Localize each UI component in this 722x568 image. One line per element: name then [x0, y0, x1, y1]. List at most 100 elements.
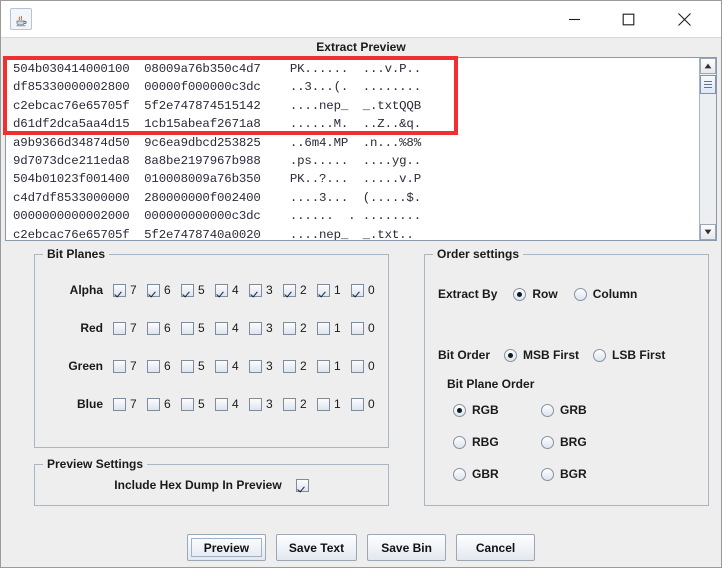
checkbox-green-bit-4[interactable] — [215, 359, 228, 373]
radio-button[interactable] — [453, 403, 466, 417]
checkbox-blue-bit-0[interactable] — [351, 397, 364, 411]
checkbox-blue-bit-7[interactable] — [113, 397, 126, 411]
bit-plane-cell-red-6[interactable]: 6 — [147, 321, 181, 335]
include-hex-dump-row[interactable]: Include Hex Dump In Preview — [35, 478, 388, 492]
radio-button[interactable] — [513, 287, 527, 301]
scrollbar-track[interactable] — [700, 75, 716, 223]
checkbox-blue-bit-2[interactable] — [283, 397, 296, 411]
bit-plane-cell-alpha-3[interactable]: 3 — [249, 283, 283, 297]
checkbox-green-bit-1[interactable] — [317, 359, 330, 373]
bit-plane-cell-red-0[interactable]: 0 — [351, 321, 385, 335]
radio-button[interactable] — [541, 467, 554, 481]
checkbox-alpha-bit-7[interactable] — [113, 283, 126, 297]
checkbox-green-bit-3[interactable] — [249, 359, 262, 373]
checkbox-red-bit-2[interactable] — [283, 321, 296, 335]
bit-plane-cell-alpha-5[interactable]: 5 — [181, 283, 215, 297]
bit-plane-cell-green-4[interactable]: 4 — [215, 359, 249, 373]
radio-button[interactable] — [573, 287, 587, 301]
scroll-down-icon[interactable] — [700, 224, 716, 240]
bit-plane-cell-blue-1[interactable]: 1 — [317, 397, 351, 411]
radio-button[interactable] — [541, 403, 554, 417]
bit-plane-cell-alpha-6[interactable]: 6 — [147, 283, 181, 297]
bit-plane-cell-red-3[interactable]: 3 — [249, 321, 283, 335]
bit-plane-order-option-brg[interactable]: BRG — [541, 435, 629, 449]
maximize-button[interactable] — [605, 1, 651, 38]
bit-plane-cell-red-1[interactable]: 1 — [317, 321, 351, 335]
bit-plane-cell-green-7[interactable]: 7 — [113, 359, 147, 373]
checkbox-red-bit-1[interactable] — [317, 321, 330, 335]
bit-plane-order-option-bgr[interactable]: BGR — [541, 467, 629, 481]
radio-button[interactable] — [541, 435, 554, 449]
radio-button[interactable] — [504, 348, 518, 362]
checkbox-green-bit-5[interactable] — [181, 359, 194, 373]
checkbox-alpha-bit-5[interactable] — [181, 283, 194, 297]
bit-plane-cell-green-1[interactable]: 1 — [317, 359, 351, 373]
checkbox-red-bit-5[interactable] — [181, 321, 194, 335]
bit-plane-order-option-gbr[interactable]: GBR — [453, 467, 541, 481]
bit-plane-cell-alpha-1[interactable]: 1 — [317, 283, 351, 297]
bit-plane-cell-blue-2[interactable]: 2 — [283, 397, 317, 411]
scroll-up-icon[interactable] — [700, 58, 716, 74]
checkbox-alpha-bit-4[interactable] — [215, 283, 228, 297]
bit-plane-cell-green-2[interactable]: 2 — [283, 359, 317, 373]
bit-plane-cell-blue-0[interactable]: 0 — [351, 397, 385, 411]
checkbox-alpha-bit-3[interactable] — [249, 283, 262, 297]
bit-plane-cell-alpha-2[interactable]: 2 — [283, 283, 317, 297]
bit-plane-cell-blue-7[interactable]: 7 — [113, 397, 147, 411]
bit-plane-cell-red-7[interactable]: 7 — [113, 321, 147, 335]
checkbox-green-bit-2[interactable] — [283, 359, 296, 373]
bit-plane-cell-green-5[interactable]: 5 — [181, 359, 215, 373]
include-hex-dump-checkbox[interactable] — [295, 478, 309, 492]
preview-button[interactable]: Preview — [186, 534, 266, 561]
bit-plane-cell-red-5[interactable]: 5 — [181, 321, 215, 335]
bit-plane-cell-alpha-7[interactable]: 7 — [113, 283, 147, 297]
bit-plane-cell-blue-5[interactable]: 5 — [181, 397, 215, 411]
extract-by-option-column[interactable]: Column — [573, 287, 637, 301]
checkbox-blue-bit-3[interactable] — [249, 397, 262, 411]
minimize-button[interactable] — [551, 1, 597, 38]
bit-plane-cell-blue-6[interactable]: 6 — [147, 397, 181, 411]
extract-by-option-row[interactable]: Row — [513, 287, 558, 301]
bit-plane-cell-green-3[interactable]: 3 — [249, 359, 283, 373]
checkbox-blue-bit-6[interactable] — [147, 397, 160, 411]
cancel-button[interactable]: Cancel — [456, 534, 536, 561]
save-bin-button[interactable]: Save Bin — [367, 534, 447, 561]
scrollbar-thumb[interactable] — [700, 75, 716, 94]
bit-plane-cell-blue-4[interactable]: 4 — [215, 397, 249, 411]
bit-plane-cell-green-6[interactable]: 6 — [147, 359, 181, 373]
checkbox-red-bit-3[interactable] — [249, 321, 262, 335]
radio-button[interactable] — [453, 435, 466, 449]
bit-plane-order-option-grb[interactable]: GRB — [541, 403, 629, 417]
bit-plane-cell-alpha-4[interactable]: 4 — [215, 283, 249, 297]
checkbox-red-bit-4[interactable] — [215, 321, 228, 335]
checkbox-red-bit-6[interactable] — [147, 321, 160, 335]
checkbox-alpha-bit-2[interactable] — [283, 283, 296, 297]
vertical-scrollbar[interactable] — [699, 58, 716, 240]
checkbox-alpha-bit-0[interactable] — [351, 283, 364, 297]
bit-plane-cell-red-4[interactable]: 4 — [215, 321, 249, 335]
bit-plane-order-option-rgb[interactable]: RGB — [453, 403, 541, 417]
checkbox-red-bit-7[interactable] — [113, 321, 126, 335]
checkbox-blue-bit-4[interactable] — [215, 397, 228, 411]
checkbox-alpha-bit-1[interactable] — [317, 283, 330, 297]
bit-plane-cell-green-0[interactable]: 0 — [351, 359, 385, 373]
bit-plane-cell-blue-3[interactable]: 3 — [249, 397, 283, 411]
close-button[interactable] — [661, 1, 707, 38]
checkbox-green-bit-0[interactable] — [351, 359, 364, 373]
checkbox-blue-bit-1[interactable] — [317, 397, 330, 411]
checkbox-green-bit-7[interactable] — [113, 359, 126, 373]
checkbox-green-bit-6[interactable] — [147, 359, 160, 373]
bit-order-option-lsb-first[interactable]: LSB First — [593, 348, 665, 362]
radio-button[interactable] — [453, 467, 466, 481]
checkbox-blue-bit-5[interactable] — [181, 397, 194, 411]
checkbox-alpha-bit-6[interactable] — [147, 283, 160, 297]
radio-button[interactable] — [593, 348, 607, 362]
save-text-button[interactable]: Save Text — [275, 534, 358, 561]
bit-order-option-msb-first[interactable]: MSB First — [504, 348, 579, 362]
bit-plane-order-option-rbg[interactable]: RBG — [453, 435, 541, 449]
hex-dump-scroll-viewport[interactable]: 504b030414000100 08009a76b350c4d7 PK....… — [6, 58, 699, 240]
bit-plane-cell-red-2[interactable]: 2 — [283, 321, 317, 335]
checkbox-red-bit-0[interactable] — [351, 321, 364, 335]
hex-dump-textarea[interactable]: 504b030414000100 08009a76b350c4d7 PK....… — [5, 57, 717, 241]
bit-plane-cell-alpha-0[interactable]: 0 — [351, 283, 385, 297]
